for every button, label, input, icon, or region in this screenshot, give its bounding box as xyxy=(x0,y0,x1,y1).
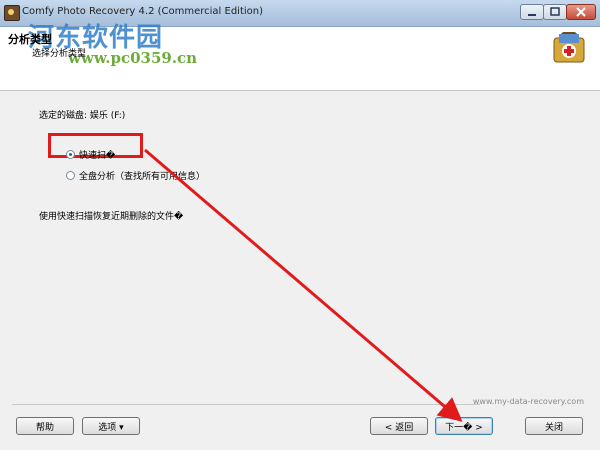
radio-button-full-analysis[interactable] xyxy=(66,171,75,180)
full-analysis-option[interactable]: 全盘分析（查找所有可用信息） xyxy=(66,169,205,182)
page-subtitle: 选择分析类型 xyxy=(32,49,87,59)
page-title: 分析类型 xyxy=(8,33,52,46)
minimize-icon xyxy=(528,14,536,16)
wizard-header: 河东软件园 www.pc0359.cn 分析类型 选择分析类型 xyxy=(0,23,600,91)
full-analysis-label: 全盘分析（查找所有可用信息） xyxy=(79,172,206,182)
help-button[interactable]: 帮助 xyxy=(16,417,74,435)
maximize-button[interactable] xyxy=(543,4,567,20)
button-bar: 帮助 选项 ▾ < 返回 下一� > 关闭 xyxy=(0,416,600,450)
wizard-content: 选定的磁盘: 娱乐 (F:) 快速扫� 全盘分析（查找所有可用信息） 使用快速扫… xyxy=(0,91,600,416)
selected-disk-label: 选定的磁盘: 娱乐 (F:) xyxy=(39,111,126,121)
watermark-url: www.pc0359.cn xyxy=(68,49,198,67)
options-button[interactable]: 选项 ▾ xyxy=(82,417,140,435)
first-aid-kit-icon xyxy=(553,32,585,63)
minimize-button[interactable] xyxy=(520,4,544,20)
window-title: Comfy Photo Recovery 4.2 (Commercial Edi… xyxy=(22,6,264,17)
quick-scan-label: 快速扫� xyxy=(79,151,116,161)
option-description: 使用快速扫描恢复近期删除的文件� xyxy=(39,212,184,222)
close-icon xyxy=(576,7,586,17)
maximize-icon xyxy=(550,7,560,16)
divider xyxy=(12,404,480,405)
close-window-button[interactable] xyxy=(566,4,596,20)
close-button[interactable]: 关闭 xyxy=(525,417,583,435)
radio-button-quick-scan[interactable] xyxy=(66,150,75,159)
vendor-url: www.my-data-recovery.com xyxy=(472,397,584,406)
back-button[interactable]: < 返回 xyxy=(370,417,428,435)
next-button[interactable]: 下一� > xyxy=(435,417,493,435)
app-icon xyxy=(4,5,20,21)
quick-scan-option[interactable]: 快速扫� xyxy=(66,148,115,161)
